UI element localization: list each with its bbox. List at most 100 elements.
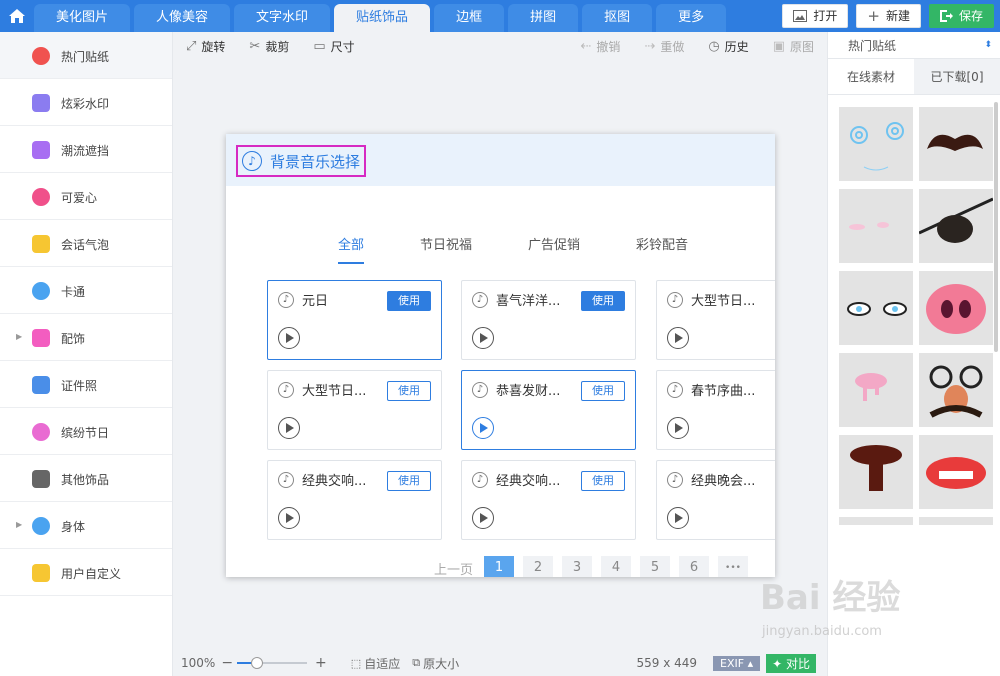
music-card[interactable]: ♪ 喜气洋洋... 使用 [461, 280, 636, 360]
expand-caret-icon[interactable]: ▶ [16, 520, 22, 529]
page-5-button[interactable]: 5 [640, 556, 671, 577]
use-button[interactable]: 使用 [387, 381, 431, 401]
sticker-mustache[interactable] [919, 107, 993, 181]
page-6-button[interactable]: 6 [679, 556, 710, 577]
play-icon[interactable] [667, 327, 689, 349]
rotate-button[interactable]: ⤢ 旋转 [186, 38, 225, 55]
zoom-level: 100% [181, 656, 216, 670]
tab-ads[interactable]: 广告促销 [528, 234, 580, 264]
sticker-partial-2[interactable] [919, 517, 993, 525]
play-icon[interactable] [472, 417, 494, 439]
page-3-button[interactable]: 3 [562, 556, 593, 577]
tab-ringtone[interactable]: 彩铃配音 [636, 234, 688, 264]
use-button[interactable]: 使用 [387, 291, 431, 311]
tab-beautify[interactable]: 美化图片 [34, 4, 131, 32]
play-icon[interactable] [278, 507, 300, 529]
sidebar-item-9[interactable]: 其他饰品 [0, 455, 172, 502]
save-button[interactable]: 保存 [928, 4, 994, 28]
home-icon[interactable] [0, 0, 34, 32]
play-icon[interactable] [472, 327, 494, 349]
sidebar-item-5[interactable]: 卡通 [0, 267, 172, 314]
page-4-button[interactable]: 4 [601, 556, 632, 577]
zoom-slider[interactable] [237, 657, 308, 669]
open-button[interactable]: 打开 [782, 4, 849, 28]
original-button[interactable]: ▣ 原图 [773, 38, 814, 55]
sidebar-item-6[interactable]: ▶ 配饰 [0, 314, 172, 361]
music-card[interactable]: ♪ 元日 使用 [267, 280, 442, 360]
sticker-pig-nose[interactable] [919, 271, 993, 345]
music-card[interactable]: ♪ 经典交响... 使用 [267, 460, 442, 540]
undo-button[interactable]: ⇠ 撤销 [580, 38, 620, 55]
use-button[interactable]: 使用 [581, 471, 625, 491]
sticker-category-select[interactable]: 热门贴纸 ⬍ [828, 32, 1000, 59]
zoom-in-button[interactable]: + [315, 655, 327, 671]
rotate-label: 旋转 [201, 39, 226, 54]
use-button[interactable]: 使用 [387, 471, 431, 491]
music-card[interactable]: ♪ 恭喜发财... 使用 [461, 370, 636, 450]
use-button[interactable]: 使用 [581, 291, 625, 311]
sticker-pink-drip[interactable] [839, 353, 913, 427]
sidebar-item-1[interactable]: 炫彩水印 [0, 79, 172, 126]
tab-collage[interactable]: 拼图 [508, 4, 579, 32]
size-button[interactable]: ▭ 尺寸 [313, 38, 354, 55]
music-name: 大型节日... [691, 294, 756, 309]
sidebar-item-11[interactable]: 用户自定义 [0, 549, 172, 596]
edit-toolbar: ⤢ 旋转 ✂ 裁剪 ▭ 尺寸 ⇠ 撤销 ⇢ 重做 ◷ 历史 ▣ 原图 [174, 32, 826, 60]
actual-size-button[interactable]: 原大小 [423, 655, 459, 672]
play-icon[interactable] [667, 417, 689, 439]
page-1-button[interactable]: 1 [484, 556, 515, 577]
sidebar-item-8[interactable]: 缤纷节日 [0, 408, 172, 455]
exif-button[interactable]: EXIF ▴ [713, 655, 761, 671]
rotate-icon: ⤢ [186, 38, 197, 54]
actual-size-icon[interactable]: ⧉ [412, 656, 420, 670]
crop-button[interactable]: ✂ 裁剪 [249, 38, 289, 55]
play-icon[interactable] [278, 327, 300, 349]
music-card[interactable]: ♪ 经典交响... 使用 [461, 460, 636, 540]
sidebar-item-0[interactable]: 热门贴纸 [0, 32, 172, 79]
music-card[interactable]: ♪ 春节序曲... [656, 370, 775, 450]
sticker-red-lips[interactable] [919, 435, 993, 509]
fit-screen-icon[interactable]: ⬚ [351, 657, 361, 670]
new-button[interactable]: + 新建 [856, 4, 921, 28]
tab-all[interactable]: 全部 [338, 234, 365, 264]
play-icon[interactable] [667, 507, 689, 529]
music-card[interactable]: ♪ 经典晚会... [656, 460, 775, 540]
tab-holiday[interactable]: 节日祝福 [420, 234, 472, 264]
sticker-nose-glasses[interactable] [919, 353, 993, 427]
tab-cutout[interactable]: 抠图 [582, 4, 653, 32]
more-pages-button[interactable]: ••• [718, 556, 749, 577]
sticker-partial-1[interactable] [839, 517, 913, 525]
redo-button[interactable]: ⇢ 重做 [644, 38, 684, 55]
tab-more[interactable]: 更多 [656, 4, 727, 32]
tab-frame[interactable]: 边框 [434, 4, 505, 32]
sticker-eyepatch[interactable] [919, 189, 993, 263]
sidebar-item-2[interactable]: 潮流遮挡 [0, 126, 172, 173]
sidebar-item-7[interactable]: 证件照 [0, 361, 172, 408]
music-card[interactable]: ♪ 大型节日... 使用 [267, 370, 442, 450]
zoom-out-button[interactable]: − [221, 655, 233, 671]
sticker-dark-lips[interactable] [839, 435, 913, 509]
zoom-slider-handle[interactable] [251, 657, 264, 669]
tab-online-materials[interactable]: 在线素材 [828, 59, 914, 94]
play-icon[interactable] [472, 507, 494, 529]
sticker-scrollbar[interactable] [994, 102, 998, 352]
sidebar-item-4[interactable]: 会话气泡 [0, 220, 172, 267]
page-2-button[interactable]: 2 [523, 556, 554, 577]
tab-portrait[interactable]: 人像美容 [134, 4, 231, 32]
fit-screen-button[interactable]: 自适应 [364, 655, 400, 672]
expand-caret-icon[interactable]: ▶ [16, 332, 22, 341]
tab-text-watermark[interactable]: 文字水印 [234, 4, 331, 32]
sticker-blue-eyes[interactable] [839, 107, 913, 181]
history-button[interactable]: ◷ 历史 [708, 38, 748, 55]
music-card[interactable]: ♪ 大型节日... [656, 280, 775, 360]
tab-downloaded[interactable]: 已下载[0] [914, 59, 1000, 94]
tab-stickers[interactable]: 贴纸饰品 [334, 4, 431, 32]
sticker-pink-blush[interactable] [839, 189, 913, 263]
use-button[interactable]: 使用 [581, 381, 625, 401]
sticker-cartoon-eyes[interactable] [839, 271, 913, 345]
sidebar-item-3[interactable]: 可爱心 [0, 173, 172, 220]
play-icon[interactable] [278, 417, 300, 439]
prev-page-button[interactable]: 上一页 [434, 559, 473, 578]
sidebar-item-10[interactable]: ▶ 身体 [0, 502, 172, 549]
compare-button[interactable]: ✦ 对比 [766, 653, 816, 673]
